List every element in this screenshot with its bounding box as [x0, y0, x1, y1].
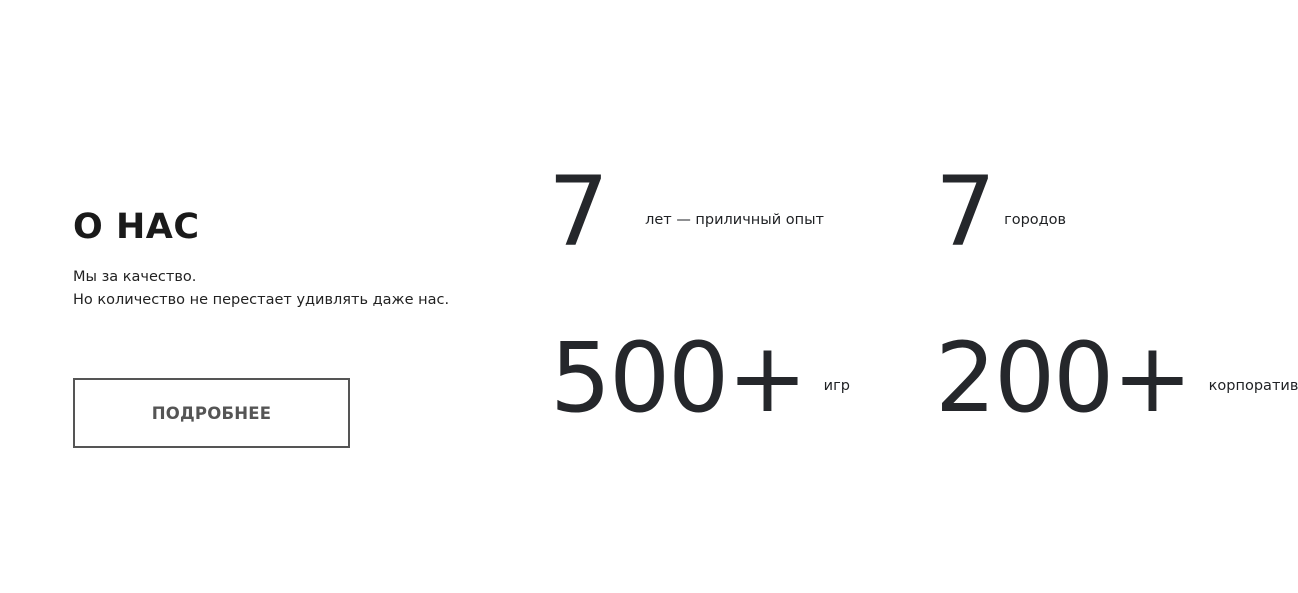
stat-corporates: 200+ корпоративов [935, 330, 1298, 426]
stat-cities-label: городов [1004, 212, 1067, 228]
stat-corporates-number: 200+ [935, 322, 1193, 434]
about-title: О НАС [73, 207, 200, 247]
stat-cities: 7 городов [935, 164, 1066, 260]
stat-years: 7 лет — приличный опыт [548, 164, 824, 260]
stat-corporates-label: корпоративов [1208, 378, 1298, 394]
stat-games: 500+ игр [550, 330, 850, 426]
about-section: О НАС Мы за качество. Но количество не п… [73, 0, 513, 593]
stat-games-number: 500+ [550, 322, 808, 434]
about-text-line-2: Но количество не перестает удивлять даже… [73, 292, 450, 308]
stat-years-number: 7 [548, 156, 609, 268]
stat-years-label: лет — приличный опыт [645, 212, 825, 228]
more-button[interactable]: ПОДРОБНЕЕ [73, 378, 350, 448]
about-text-line-1: Мы за качество. [73, 269, 197, 285]
stat-games-label: игр [823, 378, 850, 394]
about-description: Мы за качество. Но количество не переста… [73, 266, 449, 312]
stat-cities-number: 7 [935, 156, 996, 268]
